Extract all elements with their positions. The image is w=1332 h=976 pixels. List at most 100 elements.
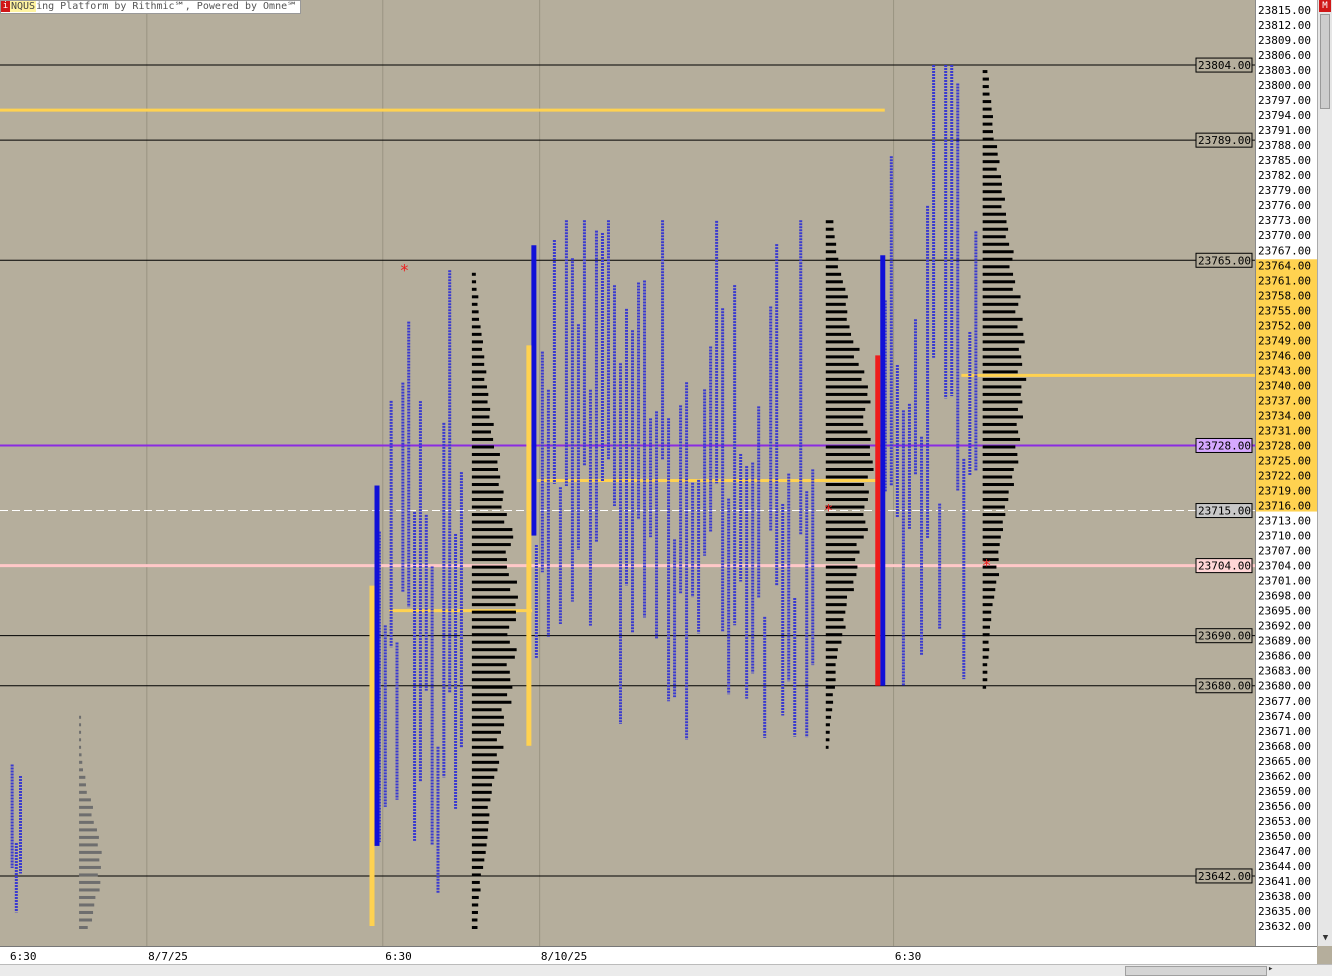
profile-bar <box>982 528 1004 532</box>
profile-bar <box>982 520 1003 524</box>
profile-bar <box>982 227 1009 231</box>
profile-bar <box>471 715 504 719</box>
profile-bar <box>825 332 852 336</box>
profile-bar <box>471 625 510 629</box>
profile-bar <box>982 610 992 614</box>
profile-bar <box>982 70 988 74</box>
profile-bar <box>825 400 871 404</box>
price-tick-label: 23761.00 <box>1258 274 1311 287</box>
profile-bar <box>825 310 848 314</box>
price-tick-label: 23719.00 <box>1258 485 1311 498</box>
profile-bar <box>825 475 868 479</box>
horizontal-scrollbar[interactable]: ▸ <box>0 964 1332 976</box>
profile-bar <box>471 678 511 682</box>
profile-bar <box>471 543 511 547</box>
close-icon[interactable]: i <box>1 1 10 12</box>
profile-bar <box>982 513 1006 517</box>
close-chart-icon[interactable]: M <box>1319 0 1331 12</box>
profile-bar <box>825 437 871 441</box>
profile-bar <box>825 227 834 231</box>
profile-bar <box>982 250 1014 254</box>
profile-bar <box>825 407 866 411</box>
profile-bar <box>982 385 1022 389</box>
profile-bar <box>982 145 998 149</box>
profile-bar <box>471 573 509 577</box>
profile-bar <box>471 813 490 817</box>
time-axis-svg: 6:30 8/7/25 6:30 8/10/25 6:30 <box>10 950 921 963</box>
profile-bar <box>471 843 487 847</box>
profile-bar <box>982 287 1013 291</box>
profile-bar <box>471 272 476 276</box>
profile-bar <box>825 220 834 224</box>
profile-bar <box>79 753 82 757</box>
scroll-right-icon[interactable]: ▸ <box>1268 964 1273 974</box>
time-label: 8/10/25 <box>541 950 587 963</box>
price-tick-label: 23722.00 <box>1258 470 1311 483</box>
time-axis[interactable]: 6:30 8/7/25 6:30 8/10/25 6:30 <box>0 946 1317 965</box>
profile-bar <box>471 858 485 862</box>
profile-bar <box>471 888 481 892</box>
price-axis[interactable]: 23815.00 23812.00 23809.00 23806.00 23803.00… <box>1255 0 1318 946</box>
price-tick-label: 23782.00 <box>1258 169 1311 182</box>
price-tick-label: 23680.00 <box>1258 680 1311 693</box>
marker-star: * <box>825 501 833 520</box>
profile-bar <box>471 528 513 532</box>
profile-bar <box>825 265 838 269</box>
profile-bar <box>471 835 488 839</box>
profile-bar <box>825 565 858 569</box>
profile-bar <box>825 468 874 471</box>
profile-bar <box>825 535 864 539</box>
vertical-scroll-thumb[interactable] <box>1320 14 1330 109</box>
profile-bar <box>982 460 1019 464</box>
profile-bar <box>982 483 1014 487</box>
level-label: 23789.00 <box>1198 134 1251 147</box>
profile-bar <box>471 513 507 517</box>
price-tick-label: 23800.00 <box>1258 79 1311 92</box>
price-tick-label: 23716.00 <box>1258 500 1311 513</box>
profile-bar <box>982 550 999 554</box>
level-label: 23804.00 <box>1198 59 1251 72</box>
price-tick-label: 23773.00 <box>1258 214 1311 227</box>
profile-bar <box>982 212 1007 216</box>
profile-bar <box>471 708 502 712</box>
profile-bar <box>982 152 998 156</box>
price-axis-svg: 23815.00 23812.00 23809.00 23806.00 23803.00… <box>1256 4 1318 933</box>
profile-bar <box>79 903 95 907</box>
price-tick-label: 23779.00 <box>1258 184 1311 197</box>
time-label: 6:30 <box>10 950 37 963</box>
price-tick-label: 23746.00 <box>1258 349 1311 362</box>
vertical-scrollbar[interactable]: M ▼ <box>1317 0 1332 946</box>
level-label: 23728.00 <box>1198 439 1251 452</box>
profile-bar <box>825 460 873 464</box>
profile-bar <box>825 648 838 652</box>
profile-bar <box>825 385 868 389</box>
profile-bar <box>982 107 992 111</box>
profile-bar <box>79 745 82 749</box>
profile-bar <box>982 505 1005 509</box>
profile-bar <box>982 205 1002 209</box>
profile-bar <box>825 377 862 381</box>
chart-plot-area[interactable]: * * * 23804.00 23789.00 23765.00 23728.00 23715… <box>0 0 1255 946</box>
price-tick-label: 23704.00 <box>1258 560 1311 573</box>
profile-bar <box>79 865 101 869</box>
profile-bar <box>982 633 990 637</box>
profile-bar <box>825 287 846 291</box>
level-label: 23680.00 <box>1198 680 1251 693</box>
price-tick-label: 23692.00 <box>1258 620 1311 633</box>
profile-bar <box>471 926 478 929</box>
profile-bar <box>79 805 93 809</box>
profile-bar <box>825 670 836 674</box>
profile-bar <box>471 760 500 764</box>
symbol-label: NQUS <box>10 1 37 12</box>
profile-bar <box>79 723 82 727</box>
profile-bar <box>79 798 91 802</box>
profile-bar <box>982 235 1006 239</box>
profile-bar <box>982 370 1018 374</box>
profile-bar <box>982 347 1019 351</box>
profile-bar <box>982 430 1019 434</box>
profile-bar <box>825 738 830 742</box>
profile-bar <box>825 528 868 532</box>
scroll-down-icon[interactable]: ▼ <box>1320 932 1331 944</box>
profile-bar <box>982 415 1023 419</box>
profile-bar <box>471 468 499 471</box>
